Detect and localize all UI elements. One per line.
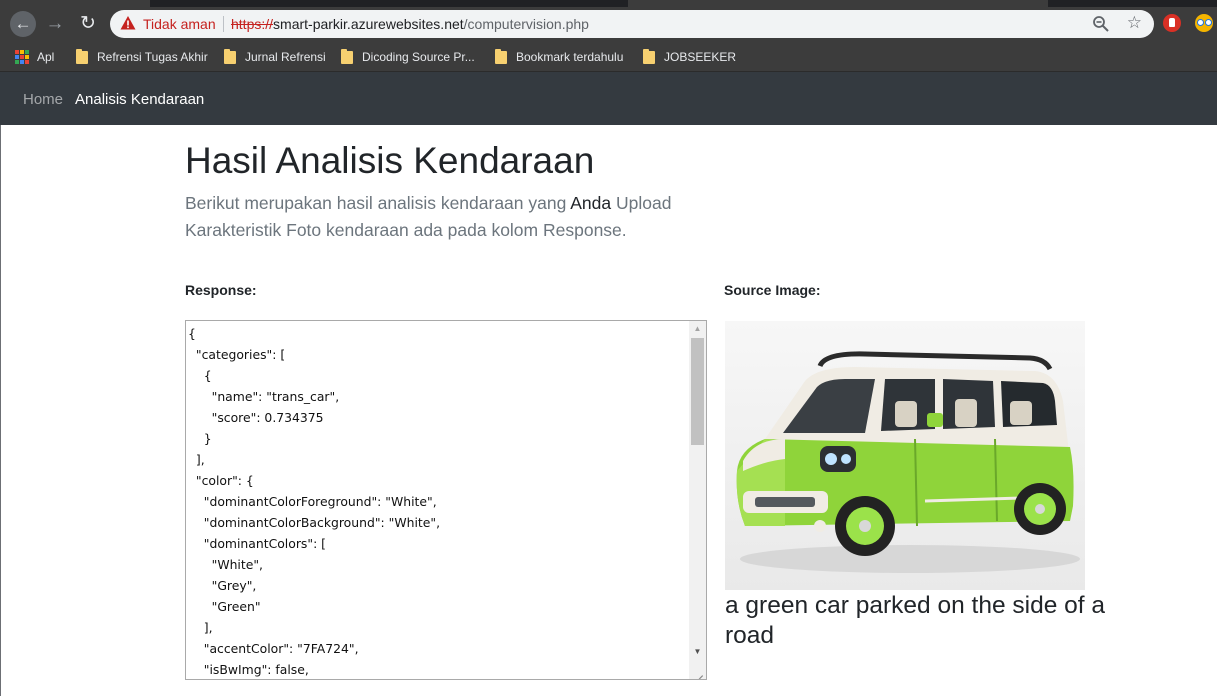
folder-icon xyxy=(76,48,88,64)
folder-icon xyxy=(341,48,353,64)
lead-line1-pre: Berikut merupakan hasil analisis kendara… xyxy=(185,193,571,213)
lead-text: Berikut merupakan hasil analisis kendara… xyxy=(185,190,725,244)
tab[interactable] xyxy=(0,0,150,7)
bookmark-apps[interactable]: Apl xyxy=(15,48,54,66)
browser-toolbar: ← → ↻ Tidak aman https://smart-parkir.az… xyxy=(0,7,1217,41)
bookmark-label: Jurnal Refrensi xyxy=(245,50,326,64)
bookmark-item[interactable]: Refrensi Tugas Akhir xyxy=(76,48,208,66)
bookmark-label: Bookmark terdahulu xyxy=(516,50,624,64)
lead-line1-em: Anda xyxy=(570,193,612,213)
bookmark-item[interactable]: Dicoding Source Pr... xyxy=(341,48,475,66)
bookmark-label: Apl xyxy=(37,50,55,64)
source-image-label: Source Image: xyxy=(724,282,821,298)
bookmark-label: Dicoding Source Pr... xyxy=(362,50,475,64)
scroll-up-arrow-icon[interactable]: ▲ xyxy=(689,321,706,337)
bookmark-item[interactable]: Bookmark terdahulu xyxy=(495,48,623,66)
nav-link-home[interactable]: Home xyxy=(23,91,63,108)
address-bar[interactable]: Tidak aman https://smart-parkir.azureweb… xyxy=(110,10,1154,38)
star-icon[interactable]: ☆ xyxy=(1127,13,1142,33)
resize-grip-icon[interactable] xyxy=(689,662,706,679)
page-edge xyxy=(0,125,1,696)
folder-icon xyxy=(495,48,507,64)
folder-icon xyxy=(643,48,655,64)
extension-face-icon[interactable] xyxy=(1195,14,1213,32)
bookmark-item[interactable]: JOBSEEKER xyxy=(643,48,736,66)
zoom-icon[interactable] xyxy=(1092,15,1110,33)
url-path: /computervision.php xyxy=(463,16,589,32)
scroll-down-arrow-icon[interactable]: ▼ xyxy=(689,644,706,660)
scroll-thumb[interactable] xyxy=(691,338,704,445)
bookmark-label: Refrensi Tugas Akhir xyxy=(97,50,208,64)
lead-line2: Karakteristik Foto kendaraan ada pada ko… xyxy=(185,220,627,240)
lead-line1-post: Upload xyxy=(611,193,672,213)
scrollbar[interactable]: ▲ ▼ xyxy=(689,321,706,679)
response-json[interactable]: { "categories": [ { "name": "trans_car",… xyxy=(188,323,688,679)
green-car-illustration xyxy=(736,351,1080,573)
reload-icon[interactable]: ↻ xyxy=(76,12,100,36)
tab-strip xyxy=(0,0,1217,7)
bookmark-item[interactable]: Jurnal Refrensi xyxy=(224,48,326,66)
nav-link-analisis[interactable]: Analisis Kendaraan xyxy=(75,91,204,108)
source-car-image xyxy=(725,321,1085,590)
active-tab[interactable] xyxy=(628,0,1048,7)
bookmark-label: JOBSEEKER xyxy=(664,50,737,64)
response-label: Response: xyxy=(185,282,257,298)
url-host: smart-parkir.azurewebsites.net xyxy=(273,16,464,32)
url-scheme: https:// xyxy=(231,16,274,32)
folder-icon xyxy=(224,48,236,64)
back-arrow-icon[interactable]: ← xyxy=(10,11,36,37)
omnibox-divider xyxy=(223,16,224,32)
warning-icon xyxy=(120,16,136,30)
image-caption: a green car parked on the side of a road xyxy=(725,592,1106,649)
page-title: Hasil Analisis Kendaraan xyxy=(185,140,595,181)
apps-grid-icon xyxy=(15,50,29,64)
response-textarea[interactable]: { "categories": [ { "name": "trans_car",… xyxy=(185,320,707,680)
forward-arrow-icon[interactable]: → xyxy=(43,12,67,36)
site-navbar: Home Analisis Kendaraan xyxy=(0,72,1217,125)
security-label[interactable]: Tidak aman xyxy=(143,16,216,32)
url-text[interactable]: https://smart-parkir.azurewebsites.net/c… xyxy=(231,16,589,32)
extension-stop-icon[interactable] xyxy=(1163,14,1181,32)
bookmarks-bar: Apl Refrensi Tugas Akhir Jurnal Refrensi… xyxy=(0,41,1217,72)
